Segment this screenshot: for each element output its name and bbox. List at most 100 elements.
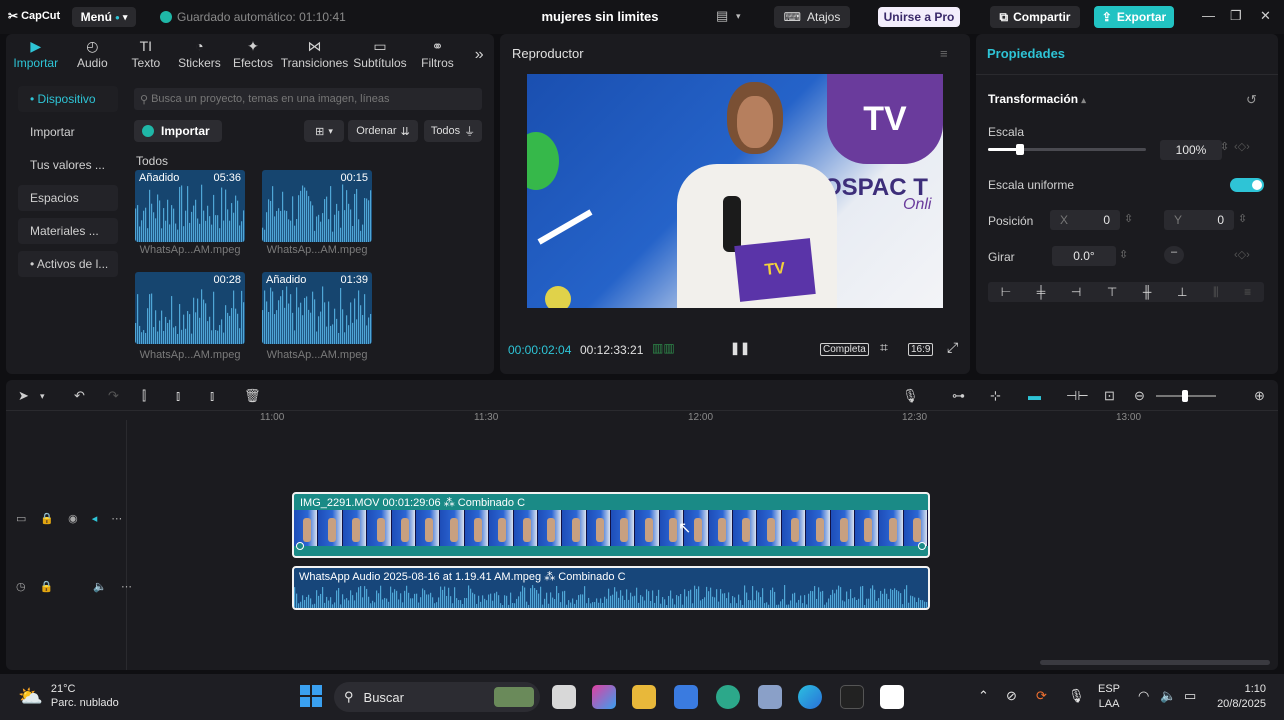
distribute-h-icon[interactable]: ⫼: [1213, 285, 1219, 300]
file-explorer-icon[interactable]: [632, 685, 656, 709]
reset-icon[interactable]: ↺: [1246, 92, 1257, 108]
clip-handle-left[interactable]: [296, 542, 304, 550]
split-right-icon[interactable]: ⫾: [210, 388, 214, 404]
rotate-dial-icon[interactable]: –: [1164, 246, 1184, 264]
scale-slider[interactable]: [988, 144, 1146, 155]
scale-field[interactable]: 100%: [1160, 140, 1222, 160]
keyframe-icon[interactable]: ‹◇›: [1234, 248, 1250, 261]
more-icon[interactable]: ⋯: [111, 512, 122, 525]
sidebar-item-importar[interactable]: Importar: [18, 119, 118, 145]
clip-handle-right[interactable]: [918, 542, 926, 550]
layout-chevron-icon[interactable]: ▾: [736, 11, 741, 22]
split-icon[interactable]: ⫿: [142, 388, 146, 404]
align-top-icon[interactable]: ⊤: [1107, 285, 1117, 299]
wifi-icon[interactable]: ◠: [1138, 688, 1149, 704]
menu-button[interactable]: Menú ● ▾: [72, 7, 136, 27]
distribute-v-icon[interactable]: ≡: [1244, 285, 1251, 299]
align-center-v-icon[interactable]: ╫: [1143, 285, 1152, 299]
lock-icon[interactable]: 🔒: [40, 512, 54, 525]
stepper-icon[interactable]: ⇳: [1124, 212, 1133, 225]
audio-track-icon[interactable]: ◷: [16, 580, 26, 593]
tab-audio[interactable]: ◴ Audio: [66, 34, 120, 74]
preview-icon[interactable]: ⊡: [1104, 388, 1115, 404]
video-preview[interactable]: TV OSPAC T Onli TV: [527, 74, 943, 308]
sidebar-item-tus-valores[interactable]: Tus valores ...: [18, 152, 118, 178]
mic-tray-icon[interactable]: 🎙: [1068, 688, 1085, 704]
tab-efectos[interactable]: ✦ Efectos: [226, 34, 280, 74]
video-clip[interactable]: IMG_2291.MOV 00:01:29:06 ⁂ Combinado C: [292, 492, 930, 558]
capcut-taskbar-icon[interactable]: [880, 685, 904, 709]
timeline-bars-icon[interactable]: ▥▥: [652, 341, 675, 355]
zoom-in-icon[interactable]: ⊕: [1254, 388, 1265, 404]
media-item[interactable]: 00:15: [262, 170, 372, 242]
position-y-field[interactable]: Y 0: [1164, 210, 1234, 230]
zoom-knob[interactable]: [1182, 390, 1188, 402]
sidebar-item-dispositivo[interactable]: • Dispositivo: [18, 86, 118, 112]
media-item[interactable]: Añadido 05:36: [135, 170, 245, 242]
tab-importar[interactable]: ▶ Importar: [6, 34, 66, 74]
volume-icon[interactable]: 🔈: [93, 580, 107, 593]
media-item[interactable]: Añadido 01:39: [262, 272, 372, 344]
chevron-up-icon[interactable]: ⌃: [978, 688, 989, 704]
task-view-icon[interactable]: [552, 685, 576, 709]
slider-knob[interactable]: [1015, 144, 1024, 155]
restore-icon[interactable]: ❐: [1230, 8, 1242, 24]
snap-icon[interactable]: ⊹: [990, 388, 1001, 404]
player-menu-icon[interactable]: ≡: [940, 46, 948, 61]
zoom-out-icon[interactable]: ⊖: [1134, 388, 1145, 404]
sort-button[interactable]: Ordenar ⇊: [348, 120, 418, 142]
audio-toggle-icon[interactable]: ◂: [92, 512, 98, 525]
shortcuts-button[interactable]: ⌨ Atajos: [774, 6, 850, 28]
sidebar-item-activos[interactable]: • Activos de l...: [18, 251, 118, 277]
cover-icon[interactable]: ▭: [16, 512, 26, 525]
zoom-slider[interactable]: [1156, 390, 1216, 402]
delete-icon[interactable]: 🗑: [244, 388, 261, 404]
sync-icon[interactable]: ⟳: [1036, 688, 1047, 704]
more-icon[interactable]: ⋯: [121, 580, 132, 593]
quality-button[interactable]: Completa: [820, 343, 869, 356]
stepper-icon[interactable]: ⇳: [1119, 248, 1128, 261]
select-tool-icon[interactable]: ➤: [18, 388, 29, 404]
import-button[interactable]: Importar: [134, 120, 222, 142]
chevron-down-icon[interactable]: ▾: [40, 391, 45, 402]
share-button[interactable]: ⧉ Compartir: [990, 6, 1080, 28]
weather-widget[interactable]: ⛅ 21°C Parc. nublado: [18, 682, 119, 710]
edge-icon[interactable]: [798, 685, 822, 709]
align-bottom-icon[interactable]: ⊥: [1177, 285, 1187, 299]
media-item[interactable]: 00:28: [135, 272, 245, 344]
speaker-icon[interactable]: 🔈: [1160, 688, 1176, 704]
join-pro-button[interactable]: Unirse a Pro: [878, 7, 960, 27]
tab-subtitulos[interactable]: ▭ Subtítulos: [349, 34, 411, 74]
link-icon[interactable]: ⊶: [952, 388, 965, 404]
microphone-icon[interactable]: 🎙: [902, 388, 919, 404]
transform-section[interactable]: Transformación ▴: [988, 92, 1086, 106]
eye-icon[interactable]: ◉: [68, 512, 78, 525]
position-x-field[interactable]: X 0: [1050, 210, 1120, 230]
tab-transiciones[interactable]: ⋈ Transiciones: [280, 34, 349, 74]
stepper-icon[interactable]: ⇳: [1220, 140, 1229, 153]
align-center-h-icon[interactable]: ╪: [1037, 285, 1046, 299]
windows-start-icon[interactable]: [300, 685, 322, 707]
fullscreen-icon[interactable]: ⤢: [947, 339, 958, 356]
audio-clip[interactable]: WhatsApp Audio 2025-08-16 at 1.19.41 AM.…: [292, 566, 930, 610]
close-icon[interactable]: ✕: [1260, 8, 1271, 24]
filter-button[interactable]: Todos ⏚: [424, 120, 482, 142]
split-left-icon[interactable]: ⫾: [176, 388, 180, 404]
store-icon[interactable]: [674, 685, 698, 709]
media-search-input[interactable]: ⚲ Busca un proyecto, temas en una imagen…: [134, 88, 482, 110]
taskbar-search[interactable]: ⚲ Buscar: [334, 682, 540, 712]
undo-icon[interactable]: ↶: [74, 388, 85, 404]
pause-button[interactable]: ❚❚: [730, 341, 750, 355]
layout-icon[interactable]: ▤: [716, 8, 728, 24]
tab-texto[interactable]: TI Texto: [119, 34, 173, 74]
sidebar-item-espacios[interactable]: Espacios: [18, 185, 118, 211]
align-left-icon[interactable]: ⊢: [1001, 285, 1011, 299]
tray-app-icon[interactable]: ⊘: [1006, 688, 1017, 704]
aspect-ratio-button[interactable]: 16:9: [908, 343, 934, 356]
tab-stickers[interactable]: ◔ Stickers: [173, 34, 227, 74]
battery-icon[interactable]: ▭: [1184, 688, 1196, 704]
stepper-icon[interactable]: ⇳: [1238, 212, 1247, 225]
copilot-icon[interactable]: [592, 685, 616, 709]
screenshot-icon[interactable]: ⌗: [880, 339, 888, 356]
redo-icon[interactable]: ↷: [108, 388, 119, 404]
